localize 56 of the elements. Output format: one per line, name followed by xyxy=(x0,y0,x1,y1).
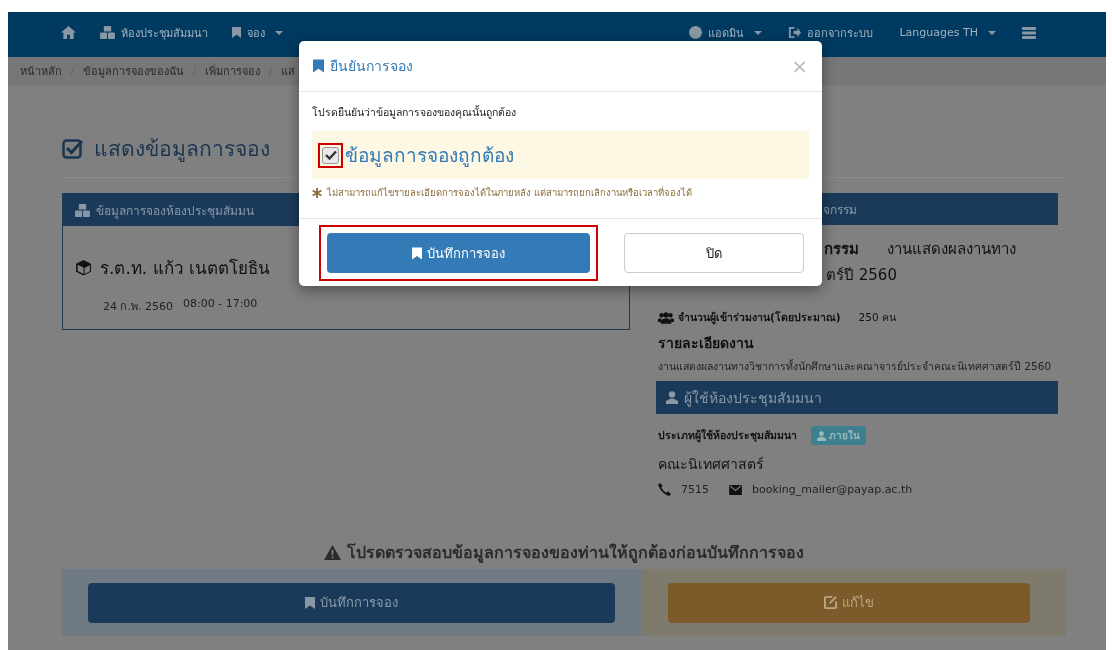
booking-time: 08:00 - 17:00 xyxy=(183,297,258,312)
panel-title: ข้อมูลการจองห้องประชุมสัมมน xyxy=(96,202,254,220)
close-button[interactable]: ปิด xyxy=(624,233,804,273)
asterisk-icon xyxy=(312,187,322,198)
room-name: ร.ต.ท. แก้ว เนตตโยธิน xyxy=(100,257,271,280)
save-button[interactable]: บันทึกการจอง xyxy=(88,582,615,623)
user-circle-icon xyxy=(689,26,703,39)
user-type-badge: ภายใน xyxy=(811,426,866,445)
save-button[interactable]: บันทึกการจอง xyxy=(327,233,590,273)
breadcrumb-link[interactable]: ข้อมูลการจองของฉัน xyxy=(83,62,184,80)
envelope-icon xyxy=(729,484,742,495)
dialog-title: ยืนยันการจอง xyxy=(330,57,414,76)
page-heading: แสดงข้อมูลการจอง xyxy=(94,135,270,164)
field-label: จำนวนผู้เข้าร่วมงาน(โดยประมาณ) xyxy=(678,310,841,326)
cube-icon xyxy=(75,259,92,276)
activity-title: ตร์ปี 2560 xyxy=(826,266,897,284)
section-heading: รายละเอียดงาน xyxy=(657,334,755,353)
checkbox-label: ข้อมูลการจองถูกต้อง xyxy=(345,143,514,169)
bookmark-icon xyxy=(313,59,324,73)
sign-out-icon xyxy=(788,26,802,39)
phone-icon xyxy=(658,483,671,496)
breadcrumb-link[interactable]: แส xyxy=(281,62,295,80)
checkbox-icon xyxy=(62,137,84,159)
field-label: ประเภทผู้ใช้ห้องประชุมสัมมนา xyxy=(658,428,797,444)
panel-title: จกรรม xyxy=(823,201,857,219)
warning-message: โปรดตรวจสอบข้อมูลการจองของท่านให้ถูกต้องก่อนบันทึกการจอง xyxy=(347,542,804,565)
phone-number: 7515 xyxy=(681,483,709,496)
nav-link[interactable]: จอง xyxy=(232,23,283,42)
event-description: งานแสดงผลงานทางวิชาการทั้งนักศึกษาและคณาจารย์ประจำคณะนิเทศศาสตร์ปี 2560 xyxy=(657,358,1053,374)
panel-title: ผู้ใช้ห้องประชุมสัมมนา xyxy=(684,388,822,409)
nav-link[interactable]: Languages TH xyxy=(899,26,996,39)
bookmark-icon xyxy=(412,246,422,260)
email-address: booking_mailer@payap.ac.th xyxy=(752,483,913,496)
bookmark-icon xyxy=(232,27,241,38)
bookmark-icon xyxy=(305,596,315,609)
edit-icon xyxy=(824,596,837,609)
menu-icon[interactable] xyxy=(1022,26,1036,39)
user-icon xyxy=(666,391,678,404)
nav-link[interactable]: ห้องประชุมสัมมนา xyxy=(100,23,208,42)
users-icon xyxy=(658,311,674,324)
edit-button[interactable]: แก้ไข xyxy=(668,582,1030,623)
nav-link[interactable]: ออกจากระบบ xyxy=(788,23,874,42)
field-label: กรรม xyxy=(824,239,859,260)
participants-count: 250 คน xyxy=(858,310,896,325)
home-icon[interactable] xyxy=(61,26,76,39)
warning-note: ไม่สามารถแก้ไขรายละเอียดการจองได้ในภายหลัง แต่สามารถยกเลิกงานหรือเวลาที่จองได้ xyxy=(327,185,693,200)
nav-link[interactable]: แอดมิน xyxy=(689,23,763,42)
booking-date: 24 ก.พ. 2560 xyxy=(103,299,173,315)
cubes-icon xyxy=(75,203,90,217)
department-name: คณะนิเทศศาสตร์ xyxy=(657,455,765,474)
dialog-message: โปรดยืนยันว่าข้อมูลการจองของคุณนั้นถูกต้อง xyxy=(312,104,517,121)
activity-title: งานแสดงผลงานทาง xyxy=(887,239,1016,260)
cubes-icon xyxy=(100,26,115,39)
breadcrumb-link[interactable]: เพิ่มการจอง xyxy=(205,62,260,80)
breadcrumb-link[interactable]: หน้าหลัก xyxy=(20,62,62,80)
warning-icon xyxy=(324,545,341,560)
